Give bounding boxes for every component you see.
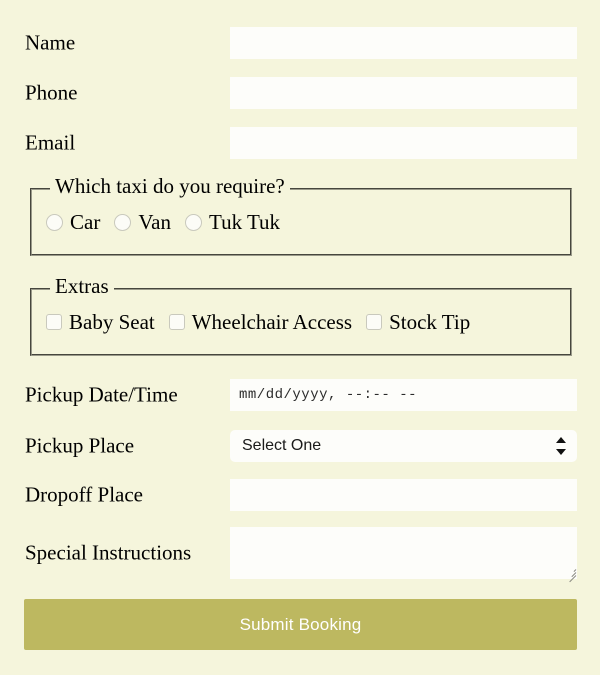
field-row-email: Email bbox=[0, 127, 600, 159]
radio-icon-car[interactable] bbox=[46, 213, 63, 231]
checkbox-option-wheelchair-access[interactable]: Wheelchair Access bbox=[168, 309, 353, 335]
dropoff-place-label: Dropoff Place bbox=[25, 482, 143, 507]
name-label: Name bbox=[25, 30, 76, 55]
email-label: Email bbox=[25, 130, 76, 155]
email-input[interactable] bbox=[230, 127, 577, 159]
chevron-updown-icon bbox=[555, 437, 567, 455]
special-instructions-label: Special Instructions bbox=[25, 540, 192, 565]
pickup-datetime-label: Pickup Date/Time bbox=[25, 382, 178, 407]
radio-icon-tuk-tuk[interactable] bbox=[185, 213, 202, 231]
radio-option-tuk-tuk[interactable]: Tuk Tuk bbox=[185, 210, 280, 235]
pickup-place-selected-value: Select One bbox=[242, 437, 322, 454]
field-row-name: Name bbox=[0, 27, 600, 59]
extras-legend: Extras bbox=[50, 276, 114, 297]
radio-option-car[interactable]: Car bbox=[46, 210, 100, 235]
radio-label-car: Car bbox=[70, 209, 101, 234]
extras-options: Baby Seat Wheelchair Access Stock Tip bbox=[32, 290, 570, 354]
checkbox-icon-baby-seat[interactable] bbox=[46, 314, 62, 330]
field-row-dropoff-place: Dropoff Place bbox=[0, 479, 600, 511]
name-input[interactable] bbox=[230, 27, 577, 59]
checkbox-label-wheelchair-access: Wheelchair Access bbox=[191, 309, 353, 334]
checkbox-option-baby-seat[interactable]: Baby Seat bbox=[46, 310, 155, 335]
checkbox-icon-wheelchair-access[interactable] bbox=[168, 314, 185, 330]
checkbox-icon-stock-tip[interactable] bbox=[366, 314, 383, 330]
field-row-special-instructions: Special Instructions bbox=[0, 527, 600, 583]
radio-icon-van[interactable] bbox=[114, 213, 132, 231]
booking-form: Name Phone Email Which taxi do you requi… bbox=[0, 0, 600, 675]
pickup-datetime-placeholder: mm/dd/yyyy, --:-- -- bbox=[239, 387, 418, 403]
field-row-pickup-place: Pickup Place Select One bbox=[0, 430, 600, 462]
checkbox-label-baby-seat: Baby Seat bbox=[69, 309, 155, 334]
radio-option-van[interactable]: Van bbox=[114, 210, 171, 235]
radio-label-tuk-tuk: Tuk Tuk bbox=[209, 209, 281, 234]
submit-booking-button[interactable]: Submit Booking bbox=[24, 599, 577, 650]
checkbox-label-stock-tip: Stock Tip bbox=[389, 309, 471, 334]
checkbox-option-stock-tip[interactable]: Stock Tip bbox=[366, 310, 470, 335]
pickup-place-select[interactable]: Select One bbox=[230, 430, 577, 462]
taxi-type-options: Car Van Tuk Tuk bbox=[32, 190, 570, 254]
taxi-type-legend: Which taxi do you require? bbox=[50, 176, 290, 197]
pickup-place-label: Pickup Place bbox=[25, 433, 135, 458]
dropoff-place-input[interactable] bbox=[230, 479, 577, 511]
extras-fieldset: Extras Baby Seat Wheelchair Access Stock… bbox=[30, 276, 572, 356]
special-instructions-textarea[interactable] bbox=[230, 527, 577, 579]
pickup-datetime-input[interactable]: mm/dd/yyyy, --:-- -- bbox=[230, 379, 577, 411]
taxi-type-fieldset: Which taxi do you require? Car Van Tuk T… bbox=[30, 176, 572, 256]
field-row-phone: Phone bbox=[0, 77, 600, 109]
radio-label-van: Van bbox=[138, 209, 171, 234]
phone-label: Phone bbox=[25, 80, 78, 105]
phone-input[interactable] bbox=[230, 77, 577, 109]
field-row-pickup-datetime: Pickup Date/Time mm/dd/yyyy, --:-- -- bbox=[0, 379, 600, 411]
